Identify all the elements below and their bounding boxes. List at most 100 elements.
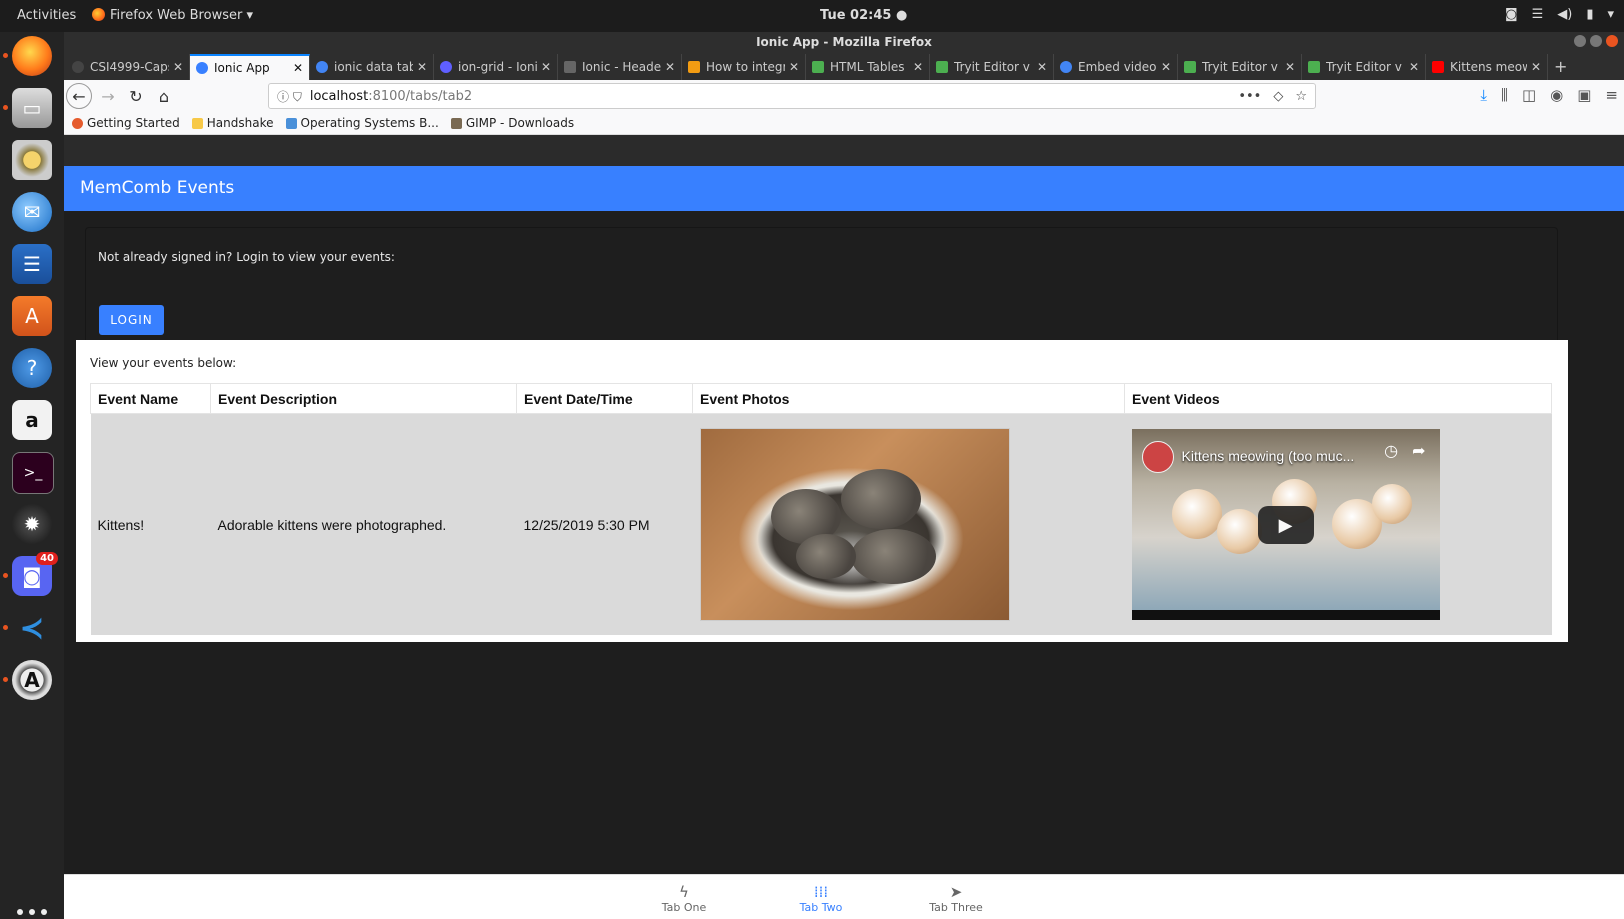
library-icon[interactable]: ⫼ <box>1501 86 1508 104</box>
help-icon[interactable]: ? <box>12 348 52 388</box>
close-tab-icon[interactable]: ✕ <box>789 60 799 74</box>
apps-icon: ⁞⁞⁞ <box>813 883 829 901</box>
thunderbird-launcher-icon[interactable]: ✉ <box>12 192 52 232</box>
running-indicator <box>3 677 8 682</box>
event-datetime-cell: 12/25/2019 5:30 PM <box>516 413 693 635</box>
activities-button[interactable]: Activities <box>17 8 76 23</box>
close-tab-icon[interactable]: ✕ <box>1531 60 1541 74</box>
channel-avatar[interactable] <box>1141 441 1174 473</box>
browser-tab-active[interactable]: Ionic App ✕ <box>190 54 310 80</box>
firefox-launcher-icon[interactable] <box>3 36 52 76</box>
files-launcher-icon[interactable]: ▭ <box>3 88 52 128</box>
url-bar[interactable]: ⓘ ⛉ localhost:8100/tabs/tab2 ••• ◇ ☆ <box>268 83 1316 109</box>
tab-title: Tryit Editor v <box>1202 60 1278 74</box>
page-actions-icon[interactable]: ••• <box>1238 89 1261 104</box>
vscode-launcher-icon[interactable]: ≺ <box>3 608 52 648</box>
account-icon[interactable]: ◉ <box>1550 86 1563 104</box>
ionic-header-favicon-icon <box>564 61 576 73</box>
bookmark-item[interactable]: Operating Systems B... <box>285 116 439 130</box>
sidebar-icon[interactable]: ◫ <box>1522 86 1536 104</box>
firefox-icon <box>92 8 105 21</box>
hamburger-menu-icon[interactable]: ≡ <box>1605 86 1618 104</box>
settings-gear-icon[interactable]: ✹ <box>12 504 52 544</box>
browser-tab[interactable]: ion-grid - Ionic ✕ <box>434 54 558 80</box>
system-top-bar: Activities Firefox Web Browser ▾ Tue 02:… <box>0 0 1624 32</box>
watch-later-icon[interactable]: ◷ <box>1384 441 1398 461</box>
firefox-window: Ionic App - Mozilla Firefox CSI4999-Caps… <box>64 32 1624 919</box>
login-button[interactable]: LOGIN <box>99 305 164 335</box>
bookmark-label: Operating Systems B... <box>300 116 439 130</box>
terminal-icon[interactable]: >_ <box>12 452 54 494</box>
software-center-icon[interactable]: A <box>12 296 52 336</box>
home-icon[interactable]: ⌂ <box>152 84 176 108</box>
browser-tab[interactable]: CSI4999-Caps ✕ <box>66 54 190 80</box>
ionic-docs-favicon-icon <box>440 61 452 73</box>
tab-title: How to integr <box>706 60 785 74</box>
bookmark-item[interactable]: GIMP - Downloads <box>450 116 574 130</box>
close-tab-icon[interactable]: ✕ <box>541 60 551 74</box>
system-menu-icon[interactable]: ▾ <box>1607 7 1614 22</box>
rhythmbox-launcher-icon[interactable] <box>12 140 52 180</box>
browser-tab[interactable]: How to integr ✕ <box>682 54 806 80</box>
window-title: Ionic App - Mozilla Firefox <box>756 35 932 49</box>
close-tab-icon[interactable]: ✕ <box>173 60 183 74</box>
github-favicon-icon <box>72 61 84 73</box>
new-tab-icon[interactable]: + <box>1548 54 1573 80</box>
browser-tab[interactable]: Tryit Editor v ✕ <box>1302 54 1426 80</box>
close-tab-icon[interactable]: ✕ <box>913 60 923 74</box>
tab-three-button[interactable]: ➤ Tab Three <box>916 883 996 914</box>
browser-tab[interactable]: ionic data tab ✕ <box>310 54 434 80</box>
close-tab-icon[interactable]: ✕ <box>1409 60 1419 74</box>
tab-one-button[interactable]: ϟ Tab One <box>644 883 724 914</box>
app-menu[interactable]: Firefox Web Browser ▾ <box>92 8 253 23</box>
discord-tray-icon[interactable]: ◙ <box>1505 7 1518 22</box>
minimize-button[interactable] <box>1574 35 1586 47</box>
running-indicator <box>3 105 8 110</box>
window-titlebar[interactable]: Ionic App - Mozilla Firefox <box>64 32 1624 52</box>
pocket-icon[interactable]: ◇ <box>1273 89 1283 104</box>
close-tab-icon[interactable]: ✕ <box>665 60 675 74</box>
google-favicon-icon <box>1060 61 1072 73</box>
show-applications-icon[interactable] <box>15 907 49 919</box>
close-tab-icon[interactable]: ✕ <box>1037 60 1047 74</box>
back-icon[interactable]: ← <box>66 83 92 109</box>
browser-tab[interactable]: Tryit Editor v ✕ <box>930 54 1054 80</box>
close-tab-icon[interactable]: ✕ <box>293 61 303 75</box>
software-updater-icon[interactable]: A <box>3 660 52 700</box>
browser-tab[interactable]: Ionic - Header ✕ <box>558 54 682 80</box>
events-table: Event Name Event Description Event Date/… <box>90 383 1552 635</box>
tab-two-button[interactable]: ⁞⁞⁞ Tab Two <box>781 883 861 914</box>
close-tab-icon[interactable]: ✕ <box>1285 60 1295 74</box>
running-indicator <box>3 573 8 578</box>
browser-tab[interactable]: Embed video ✕ <box>1054 54 1178 80</box>
amazon-icon[interactable]: a <box>12 400 52 440</box>
play-button-icon[interactable]: ▶ <box>1257 506 1314 544</box>
bookmark-star-icon[interactable]: ☆ <box>1295 89 1307 104</box>
browser-tab[interactable]: Kittens meow ✕ <box>1426 54 1548 80</box>
discord-launcher-icon[interactable]: ◙ 40 <box>3 552 58 596</box>
bookmark-label: Handshake <box>206 116 274 130</box>
close-tab-icon[interactable]: ✕ <box>417 60 427 74</box>
column-header: Event Name <box>90 383 211 414</box>
writer-launcher-icon[interactable]: ☰ <box>12 244 52 284</box>
site-info-icon[interactable]: ⓘ ⛉ <box>277 88 302 105</box>
system-tray[interactable]: ◙ ☰ ◀) ▮ ▾ <box>1505 7 1614 22</box>
forward-icon[interactable]: → <box>96 84 120 108</box>
clock[interactable]: Tue 02:45 ● <box>820 8 907 23</box>
browser-tab[interactable]: Tryit Editor v ✕ <box>1178 54 1302 80</box>
embedded-video-player[interactable]: Kittens meowing (too muc... ◷ ➦ ▶ <box>1131 429 1440 620</box>
video-title[interactable]: Kittens meowing (too muc... <box>1182 448 1355 464</box>
extension-icon[interactable]: ▣ <box>1577 86 1591 104</box>
reload-icon[interactable]: ↻ <box>124 84 148 108</box>
downloads-icon[interactable]: ⤓ <box>1480 86 1487 104</box>
browser-tab[interactable]: HTML Tables ✕ <box>806 54 930 80</box>
close-window-button[interactable] <box>1606 35 1618 47</box>
bookmark-item[interactable]: Handshake <box>191 116 274 130</box>
share-icon[interactable]: ➦ <box>1412 441 1425 461</box>
tab-title: Tryit Editor v <box>954 60 1030 74</box>
maximize-button[interactable] <box>1590 35 1602 47</box>
event-video-cell: Kittens meowing (too muc... ◷ ➦ ▶ <box>1124 413 1552 635</box>
close-tab-icon[interactable]: ✕ <box>1161 60 1171 74</box>
bookmark-item[interactable]: Getting Started <box>72 116 180 130</box>
column-header: Event Photos <box>692 383 1125 414</box>
